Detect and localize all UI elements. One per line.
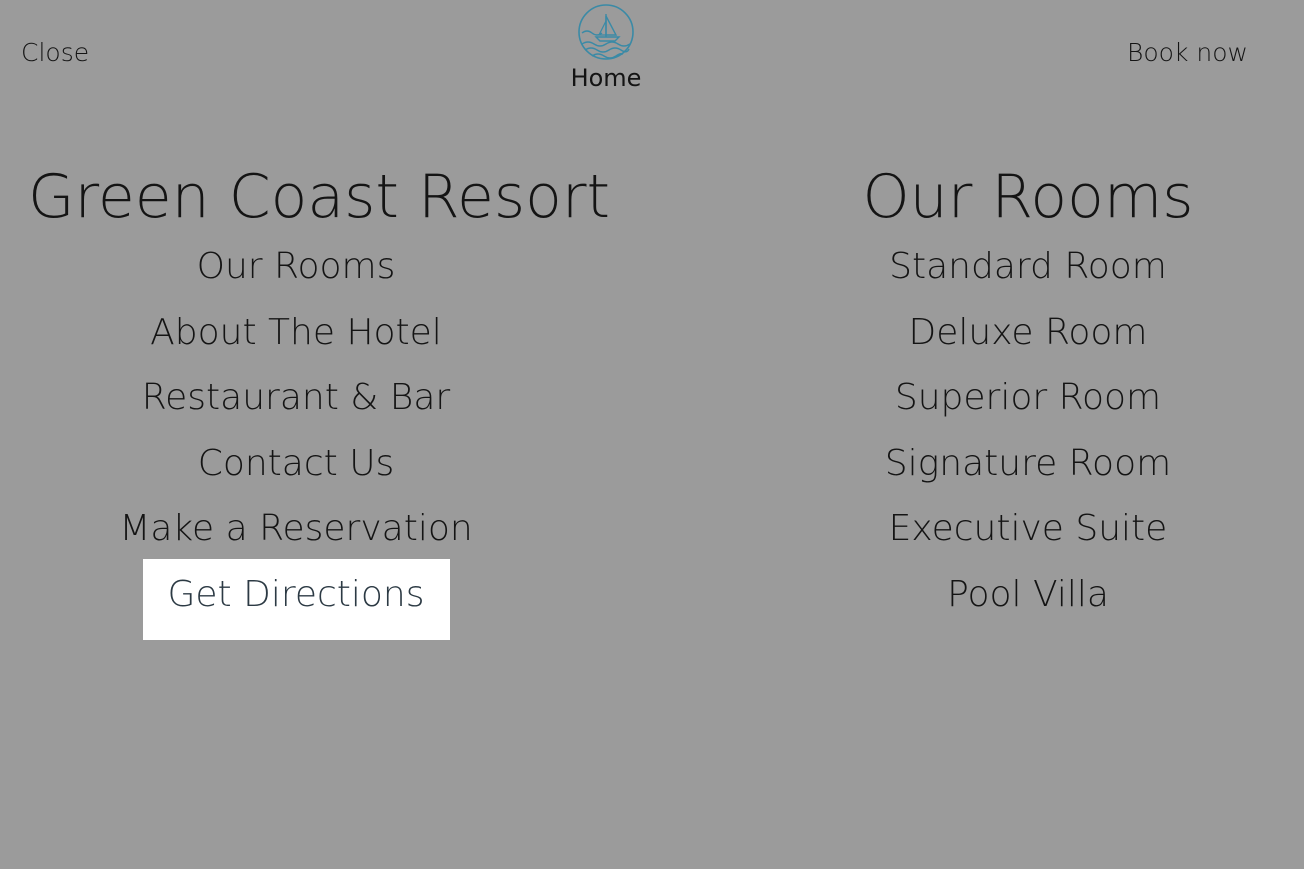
menu-item-about-the-hotel[interactable]: About The Hotel (28, 300, 564, 366)
menu-item-signature-room[interactable]: Signature Room (858, 431, 1198, 497)
menu-item-label: Signature Room (884, 442, 1172, 484)
menu-item-restaurant-bar[interactable]: Restaurant & Bar (28, 365, 564, 431)
resort-menu-heading: Green Coast Resort (28, 162, 611, 232)
menu-item-label: Get Directions (142, 558, 450, 640)
close-menu-button[interactable]: Close (21, 38, 89, 68)
rooms-menu-list: Standard Room Deluxe Room Superior Room … (858, 234, 1198, 628)
menu-item-contact-us[interactable]: Contact Us (28, 431, 564, 497)
menu-item-label: About The Hotel (150, 311, 442, 353)
menu-item-label: Standard Room (889, 246, 1167, 287)
menu-item-superior-room[interactable]: Superior Room (858, 365, 1198, 431)
sailboat-waves-logo-icon (578, 4, 634, 60)
menu-item-get-directions[interactable]: Get Directions (28, 558, 564, 640)
home-link[interactable]: Home (554, 3, 658, 93)
resort-menu-column: Green Coast Resort Our Rooms About The H… (28, 160, 611, 640)
menu-item-label: Contact Us (197, 442, 395, 484)
home-label: Home (570, 64, 642, 92)
menu-item-make-a-reservation[interactable]: Make a Reservation (28, 496, 564, 562)
menu-item-label: Our Rooms (196, 246, 396, 287)
menu-item-label: Superior Room (894, 377, 1162, 419)
menu-item-standard-room[interactable]: Standard Room (858, 234, 1198, 300)
menu-item-executive-suite[interactable]: Executive Suite (858, 496, 1198, 562)
menu-item-our-rooms[interactable]: Our Rooms (28, 234, 564, 300)
menu-item-label: Executive Suite (888, 508, 1168, 550)
menu-item-label: Restaurant & Bar (141, 377, 451, 419)
menu-item-label: Deluxe Room (908, 311, 1148, 353)
rooms-menu-column: Our Rooms Standard Room Deluxe Room Supe… (858, 160, 1198, 628)
book-now-button[interactable]: Book now (1127, 38, 1248, 68)
rooms-menu-heading: Our Rooms (862, 162, 1194, 232)
menu-item-deluxe-room[interactable]: Deluxe Room (858, 300, 1198, 366)
menu-item-label: Make a Reservation (119, 508, 473, 550)
menu-item-pool-villa[interactable]: Pool Villa (858, 562, 1198, 628)
resort-menu-list: Our Rooms About The Hotel Restaurant & B… (28, 234, 564, 640)
menu-item-label: Pool Villa (947, 573, 1109, 615)
